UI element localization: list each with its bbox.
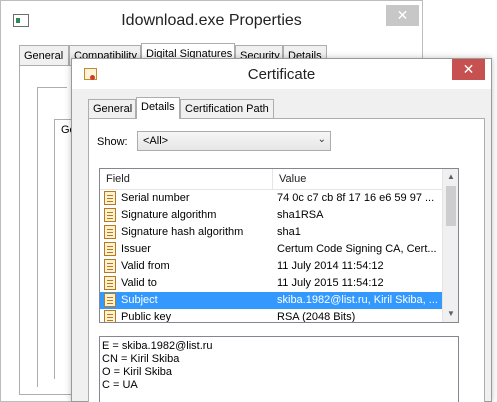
certificate-field-icon [104, 225, 116, 239]
list-item[interactable]: Valid to 11 July 2015 11:54:12 [100, 275, 443, 292]
scroll-up-icon[interactable]: ▲ [443, 169, 458, 185]
fields-list[interactable]: Field Value Serial number 74 0c c7 cb 8f… [99, 168, 459, 323]
certificate-field-icon [104, 310, 116, 322]
column-header-value[interactable]: Value [273, 169, 443, 190]
certificate-field-icon [104, 242, 116, 256]
show-filter-value: <All> [143, 135, 169, 147]
field-name: Serial number [121, 192, 190, 204]
certificate-field-icon [104, 259, 116, 273]
field-value: 74 0c c7 cb 8f 17 16 e6 59 97 ... [277, 192, 435, 204]
fields-list-header: Field Value [100, 169, 443, 190]
certificate-field-icon [104, 276, 116, 290]
list-item[interactable]: Serial number 74 0c c7 cb 8f 17 16 e6 59… [100, 190, 443, 207]
scrollbar-thumb[interactable] [446, 186, 456, 226]
detail-line: C = UA [102, 379, 138, 391]
detail-line: CN = Kiril Skiba [102, 353, 180, 365]
field-name: Signature algorithm [121, 209, 217, 221]
field-name: Valid to [121, 277, 157, 289]
list-item[interactable]: Public key RSA (2048 Bits) [100, 309, 443, 323]
fields-list-scrollbar[interactable]: ▲ ▼ [442, 169, 458, 322]
field-value: RSA (2048 Bits) [277, 311, 356, 323]
certificate-field-icon [104, 208, 116, 222]
detail-line: E = skiba.1982@list.ru [102, 340, 213, 352]
list-item-selected[interactable]: Subject skiba.1982@list.ru, Kiril Skiba,… [100, 292, 443, 309]
properties-titlebar: Idownload.exe Properties ✕ [1, 1, 422, 41]
field-detail-textbox[interactable]: E = skiba.1982@list.ru CN = Kiril Skiba … [99, 336, 459, 402]
chevron-down-icon: ⌄ [317, 134, 326, 145]
tab-cert-details[interactable]: Details [136, 97, 180, 119]
field-value: sha1RSA [277, 209, 324, 221]
detail-line: O = Kiril Skiba [102, 366, 172, 378]
properties-window-title: Idownload.exe Properties [121, 12, 302, 29]
certificate-field-icon [104, 191, 116, 205]
field-name: Valid from [121, 260, 170, 272]
field-value: 11 July 2014 11:54:12 [277, 260, 384, 272]
certificate-field-icon [104, 293, 116, 307]
show-label: Show: [97, 136, 128, 148]
field-value: skiba.1982@list.ru, Kiril Skiba, ... [277, 294, 438, 306]
field-value: sha1 [277, 226, 301, 238]
fields-list-rows: Serial number 74 0c c7 cb 8f 17 16 e6 59… [100, 190, 443, 323]
properties-close-button[interactable]: ✕ [386, 5, 419, 26]
details-content: Show: <All> ⌄ Field Value Serial number … [71, 58, 492, 402]
field-value: Certum Code Signing CA, Cert... [277, 243, 437, 255]
tab-general[interactable]: General [19, 45, 69, 66]
field-value: 11 July 2015 11:54:12 [277, 277, 384, 289]
scroll-down-icon[interactable]: ▼ [443, 306, 458, 322]
list-item[interactable]: Signature hash algorithm sha1 [100, 224, 443, 241]
column-header-field[interactable]: Field [100, 169, 273, 190]
list-item[interactable]: Valid from 11 July 2014 11:54:12 [100, 258, 443, 275]
field-name: Public key [121, 311, 172, 323]
field-name: Signature hash algorithm [121, 226, 244, 238]
field-name: Subject [121, 294, 158, 306]
list-item[interactable]: Issuer Certum Code Signing CA, Cert... [100, 241, 443, 258]
field-name: Issuer [121, 243, 151, 255]
show-filter-dropdown[interactable]: <All> ⌄ [137, 131, 331, 151]
list-item[interactable]: Signature algorithm sha1RSA [100, 207, 443, 224]
